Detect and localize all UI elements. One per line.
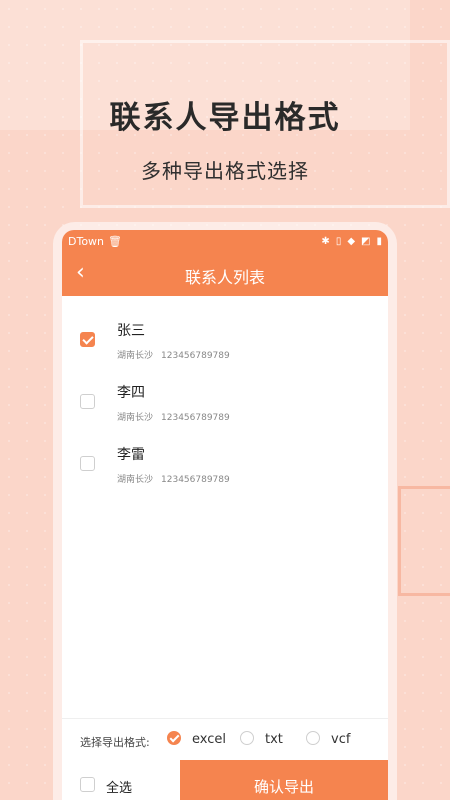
format-option-excel[interactable]: excel (192, 732, 226, 747)
contact-location: 湖南长沙 (117, 351, 154, 361)
title-bar: ‹ 联系人列表 (62, 252, 388, 296)
contact-meta: 湖南长沙 123456789789 (117, 410, 230, 423)
trash-icon: 🗑 (108, 234, 122, 248)
carrier-label: DTown (68, 234, 105, 248)
wifi-icon: ◆ (347, 235, 356, 247)
contact-phone: 123456789789 (161, 413, 230, 423)
export-format-row: 选择导出格式: excel txt vcf (62, 718, 388, 760)
contact-item[interactable]: 李四 湖南长沙 123456789789 (62, 370, 388, 432)
select-all-label: 全选 (106, 781, 133, 796)
format-option-txt[interactable]: txt (265, 732, 283, 747)
format-radio-txt[interactable] (240, 731, 254, 745)
vibrate-icon: ▯ (335, 235, 342, 247)
contact-phone: 123456789789 (161, 351, 230, 361)
no-sim-icon: ◩ (361, 235, 371, 247)
battery-icon: ▮ (376, 235, 382, 247)
decor-bracket (398, 486, 450, 596)
phone-screen: DTown 🗑 ✱ ▯ ◆ ◩ ▮ ‹ 联系人列表 张三 湖南长沙 1234567… (62, 230, 388, 800)
confirm-export-button[interactable]: 确认导出 (180, 760, 388, 800)
contact-checkbox[interactable] (80, 394, 95, 409)
export-format-label: 选择导出格式: (80, 736, 150, 749)
format-radio-vcf[interactable] (306, 731, 320, 745)
select-all-control[interactable]: 全选 (62, 760, 180, 800)
contact-location: 湖南长沙 (117, 413, 154, 423)
contact-name: 李四 (117, 385, 145, 401)
contact-item[interactable]: 张三 湖南长沙 123456789789 (62, 308, 388, 370)
contact-meta: 湖南长沙 123456789789 (117, 472, 230, 485)
contact-item[interactable]: 李雷 湖南长沙 123456789789 (62, 432, 388, 494)
contact-meta: 湖南长沙 123456789789 (117, 348, 230, 361)
contact-checkbox[interactable] (80, 332, 95, 347)
format-radio-excel[interactable] (167, 731, 181, 745)
select-all-checkbox[interactable] (80, 777, 95, 792)
contact-phone: 123456789789 (161, 475, 230, 485)
page-title: 联系人列表 (184, 268, 265, 287)
status-bar: DTown 🗑 ✱ ▯ ◆ ◩ ▮ (62, 230, 388, 252)
contact-checkbox[interactable] (80, 456, 95, 471)
contact-name: 张三 (117, 323, 145, 339)
bluetooth-icon: ✱ (321, 235, 330, 247)
contact-location: 湖南长沙 (117, 475, 154, 485)
contact-name: 李雷 (117, 447, 145, 463)
bottom-bar: 全选 确认导出 (62, 760, 388, 800)
promo-subline: 多种导出格式选择 (141, 159, 309, 183)
promo-headline: 联系人导出格式 (109, 100, 341, 136)
format-option-vcf[interactable]: vcf (331, 732, 350, 747)
